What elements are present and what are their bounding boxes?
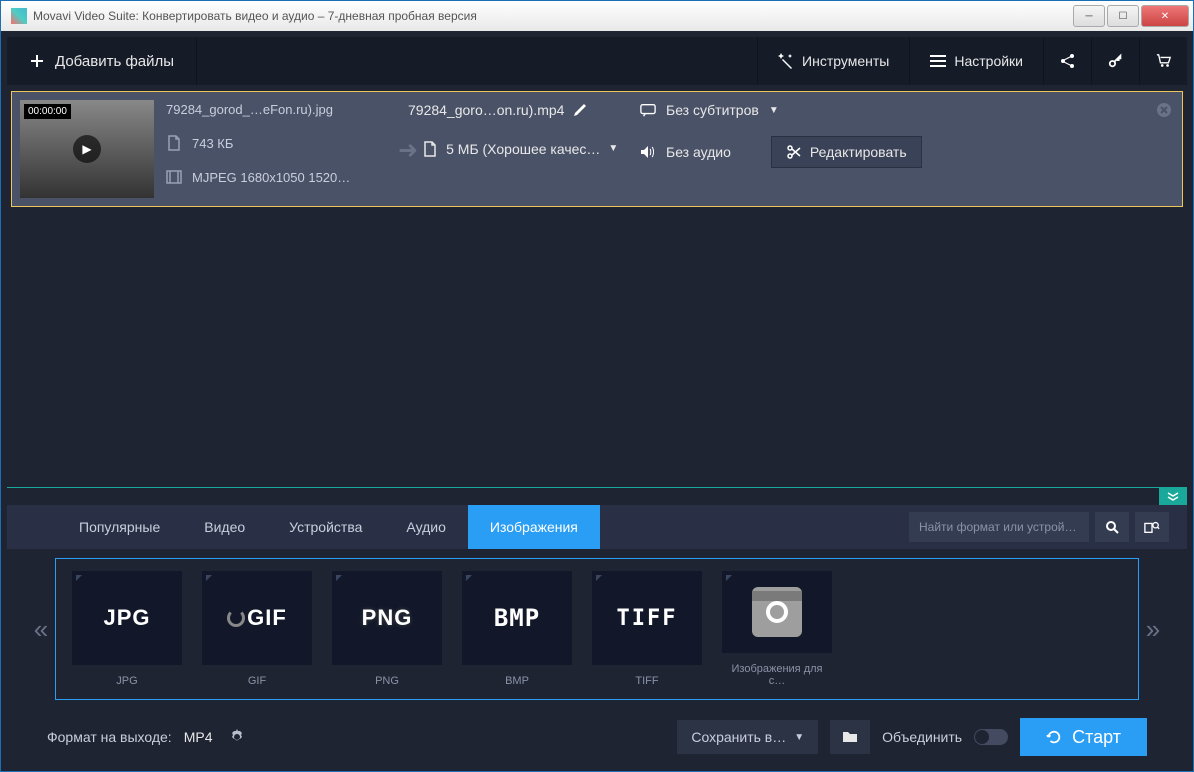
tools-button[interactable]: Инструменты bbox=[757, 37, 909, 85]
bmp-label: BMP bbox=[494, 604, 540, 632]
format-png[interactable]: PNG PNG bbox=[332, 571, 442, 687]
key-icon bbox=[1108, 53, 1124, 69]
topbar: Добавить файлы Инструменты Настройки bbox=[7, 37, 1187, 85]
output-format-value: MP4 bbox=[184, 729, 213, 745]
add-files-button[interactable]: Добавить файлы bbox=[7, 37, 197, 85]
gif-caption: GIF bbox=[248, 675, 266, 687]
minimize-button[interactable]: ─ bbox=[1073, 5, 1105, 27]
edit-button[interactable]: Редактировать bbox=[771, 136, 922, 168]
file-codec: MJPEG 1680x1050 1520… bbox=[192, 170, 350, 185]
settings-label: Настройки bbox=[954, 53, 1023, 69]
file-item[interactable]: 00:00:00 ▶ 79284_gorod_…eFon.ru).jpg 743… bbox=[11, 91, 1183, 207]
chevron-down-icon: ▼ bbox=[608, 143, 618, 154]
app-icon bbox=[11, 8, 27, 24]
scissors-icon bbox=[786, 144, 802, 160]
settings-button[interactable]: Настройки bbox=[909, 37, 1043, 85]
start-label: Старт bbox=[1072, 727, 1121, 748]
file-thumbnail[interactable]: 00:00:00 ▶ bbox=[20, 100, 154, 198]
pencil-icon[interactable] bbox=[572, 102, 588, 118]
tab-audio[interactable]: Аудио bbox=[384, 505, 468, 549]
speaker-icon bbox=[640, 144, 656, 160]
remove-file-button[interactable] bbox=[1156, 102, 1172, 118]
edit-label: Редактировать bbox=[810, 144, 907, 160]
magic-wand-icon bbox=[778, 53, 794, 69]
share-icon bbox=[1060, 53, 1076, 69]
format-jpg[interactable]: JPG JPG bbox=[72, 571, 182, 687]
share-button[interactable] bbox=[1043, 37, 1091, 85]
video-info-icon bbox=[166, 169, 182, 185]
file-size: 743 КБ bbox=[192, 136, 233, 151]
file-drop-area[interactable] bbox=[7, 211, 1187, 487]
merge-label: Объединить bbox=[882, 729, 962, 745]
png-label: PNG bbox=[362, 605, 413, 631]
cart-icon bbox=[1156, 53, 1172, 69]
tab-video[interactable]: Видео bbox=[182, 505, 267, 549]
png-caption: PNG bbox=[375, 675, 399, 687]
bmp-caption: BMP bbox=[505, 675, 529, 687]
plus-icon bbox=[29, 53, 45, 69]
save-label: Сохранить в… bbox=[691, 729, 786, 745]
gear-icon[interactable] bbox=[229, 729, 245, 745]
chevron-down-icon: ▼ bbox=[794, 732, 804, 743]
window-titlebar: Movavi Video Suite: Конвертировать видео… bbox=[1, 1, 1193, 31]
scroll-left-button[interactable]: « bbox=[27, 614, 55, 645]
tiff-caption: TIFF bbox=[635, 675, 658, 687]
subtitles-dropdown[interactable]: Без субтитров bbox=[666, 102, 759, 118]
instagram-caption: Изображения для с… bbox=[722, 663, 832, 687]
format-gif[interactable]: GIF GIF bbox=[202, 571, 312, 687]
format-instagram[interactable]: Изображения для с… bbox=[722, 571, 832, 687]
tiff-label: TIFF bbox=[617, 606, 678, 631]
document-icon bbox=[166, 135, 182, 151]
scroll-right-button[interactable]: » bbox=[1139, 614, 1167, 645]
tools-label: Инструменты bbox=[802, 53, 889, 69]
document-icon bbox=[422, 141, 438, 157]
search-icon bbox=[1104, 519, 1120, 535]
collapse-panel-button[interactable] bbox=[1159, 488, 1187, 506]
format-bmp[interactable]: BMP BMP bbox=[462, 571, 572, 687]
chevron-down-icon: ▼ bbox=[769, 105, 779, 116]
merge-toggle[interactable] bbox=[974, 729, 1008, 745]
tab-popular[interactable]: Популярные bbox=[57, 505, 182, 549]
activate-button[interactable] bbox=[1091, 37, 1139, 85]
browse-folder-button[interactable] bbox=[830, 720, 870, 754]
window-title: Movavi Video Suite: Конвертировать видео… bbox=[33, 9, 1071, 23]
maximize-button[interactable]: ☐ bbox=[1107, 5, 1139, 27]
output-format-label: Формат на выходе: bbox=[47, 729, 172, 745]
save-to-dropdown[interactable]: Сохранить в… ▼ bbox=[677, 720, 818, 754]
output-size-dropdown[interactable]: 5 МБ (Хорошее качес… bbox=[446, 141, 600, 157]
jpg-caption: JPG bbox=[116, 675, 137, 687]
format-tabs: Популярные Видео Устройства Аудио Изобра… bbox=[7, 505, 1187, 549]
output-name: 79284_goro…on.ru).mp4 bbox=[408, 102, 564, 118]
play-icon: ▶ bbox=[73, 135, 101, 163]
start-button[interactable]: Старт bbox=[1020, 718, 1147, 756]
gif-label: GIF bbox=[247, 605, 287, 631]
jpg-label: JPG bbox=[103, 605, 150, 631]
detect-device-button[interactable] bbox=[1135, 512, 1169, 542]
search-button[interactable] bbox=[1095, 512, 1129, 542]
audio-label: Без аудио bbox=[666, 144, 731, 160]
device-detect-icon bbox=[1144, 519, 1160, 535]
file-name: 79284_gorod_…eFon.ru).jpg bbox=[166, 102, 396, 117]
refresh-icon bbox=[1046, 729, 1062, 745]
close-window-button[interactable]: ✕ bbox=[1141, 5, 1189, 27]
subtitles-icon bbox=[640, 102, 656, 118]
folder-icon bbox=[842, 729, 858, 745]
cart-button[interactable] bbox=[1139, 37, 1187, 85]
tab-devices[interactable]: Устройства bbox=[267, 505, 384, 549]
search-input[interactable]: Найти формат или устрой… bbox=[909, 512, 1089, 542]
instagram-icon bbox=[752, 587, 802, 637]
arrow-right-icon: ➜ bbox=[398, 136, 418, 165]
add-files-label: Добавить файлы bbox=[55, 53, 174, 70]
timestamp-badge: 00:00:00 bbox=[24, 104, 71, 119]
hamburger-icon bbox=[930, 53, 946, 69]
format-tiff[interactable]: TIFF TIFF bbox=[592, 571, 702, 687]
tab-images[interactable]: Изображения bbox=[468, 505, 600, 549]
